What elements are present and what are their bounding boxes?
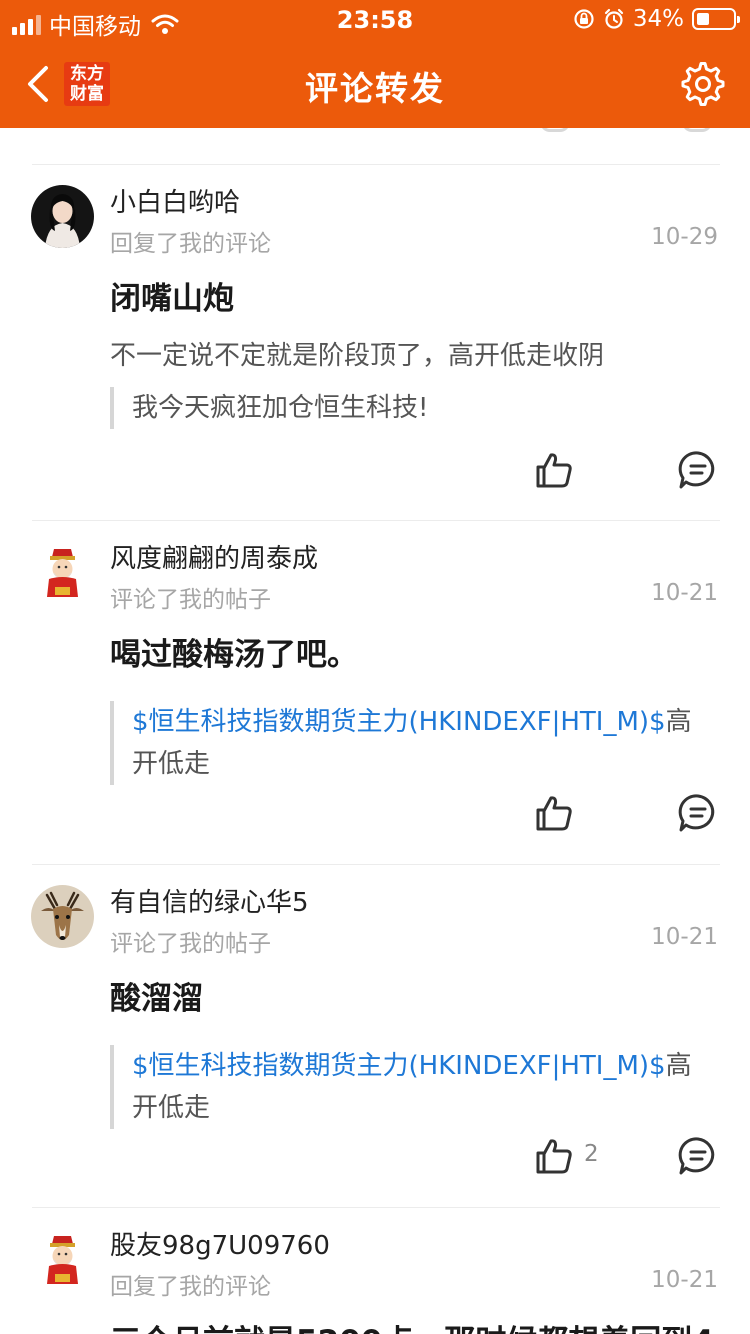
avatar[interactable] [31, 885, 94, 948]
quoted-post[interactable]: $恒生科技指数期货主力(HKINDEXF|HTI_M)$高 开低走 [110, 701, 720, 785]
username[interactable]: 有自信的绿心华5 [110, 882, 309, 919]
stock-link[interactable]: $恒生科技指数期货主力(HKINDEXF|HTI_M)$ [132, 707, 666, 737]
avatar[interactable] [31, 1228, 94, 1291]
like-button[interactable] [534, 1136, 574, 1176]
orientation-lock-icon [573, 8, 595, 30]
quote-text: 开低走 [132, 1093, 211, 1123]
battery-level [697, 13, 709, 25]
comment-bubble-icon [678, 794, 715, 832]
nav-bar: 东方 财富 评论转发 [0, 40, 750, 128]
like-button[interactable] [534, 450, 574, 490]
comment-content: 三个月前就是5200点，那时候都想着回到4 [110, 1316, 714, 1334]
action-text: 评论了我的帖子 [110, 931, 271, 957]
comment-button[interactable] [678, 793, 718, 833]
thumbs-up-icon [536, 1139, 572, 1174]
comment-content: 闭嘴山炮 [110, 281, 234, 317]
notification-item[interactable]: 股友98g7U09760 回复了我的评论 10-21 三个月前就是5200点，那… [0, 1208, 750, 1334]
username[interactable]: 小白白哟哈 [110, 182, 240, 219]
notification-item[interactable]: 风度翩翩的周泰成 评论了我的帖子 10-21 喝过酸梅汤了吧。 $恒生科技指数期… [0, 521, 750, 864]
settings-button[interactable] [680, 62, 726, 108]
quote-text: 高 [665, 1051, 692, 1081]
comment-content: 酸溜溜 [110, 981, 203, 1017]
notification-feed[interactable]: 小白白哟哈 回复了我的评论 10-29 闭嘴山炮 不一定说不定就是阶段顶了，高开… [0, 128, 750, 1334]
quote-text: 开低走 [132, 749, 211, 779]
notification-item[interactable]: 有自信的绿心华5 评论了我的帖子 10-21 酸溜溜 $恒生科技指数期货主力(H… [0, 865, 750, 1207]
timestamp: 10-29 [651, 224, 718, 250]
gear-icon [681, 62, 725, 106]
comment-bubble-icon [678, 451, 715, 489]
comment-button[interactable] [678, 450, 718, 490]
comment-bubble-icon [678, 1137, 715, 1175]
comment-button[interactable] [678, 1136, 718, 1176]
battery-icon [692, 8, 740, 30]
like-count: 2 [584, 1141, 599, 1167]
avatar[interactable] [31, 185, 94, 248]
action-text: 回复了我的评论 [110, 231, 271, 257]
notification-item[interactable]: 小白白哟哈 回复了我的评论 10-29 闭嘴山炮 不一定说不定就是阶段顶了，高开… [0, 165, 750, 521]
thumbs-up-icon [536, 453, 572, 488]
avatar[interactable] [31, 541, 94, 604]
status-bar: 中国移动 23:58 34% [0, 0, 750, 40]
timestamp: 10-21 [651, 924, 718, 950]
page-title: 评论转发 [305, 69, 445, 108]
comment-content: 喝过酸梅汤了吧。 [110, 637, 358, 673]
thumbs-up-icon [536, 796, 572, 831]
action-text: 评论了我的帖子 [110, 587, 271, 613]
stock-link[interactable]: $恒生科技指数期货主力(HKINDEXF|HTI_M)$ [132, 1051, 666, 1081]
action-text: 回复了我的评论 [110, 1274, 271, 1300]
quoted-post[interactable]: $恒生科技指数期货主力(HKINDEXF|HTI_M)$高 开低走 [110, 1045, 720, 1129]
alarm-icon [603, 8, 625, 30]
quote-text: 我今天疯狂加仓恒生科技! [132, 393, 429, 423]
replied-comment: 不一定说不定就是阶段顶了，高开低走收阴 [110, 341, 605, 371]
battery-percent: 34% [632, 6, 684, 32]
username[interactable]: 股友98g7U09760 [110, 1225, 330, 1262]
like-button[interactable] [534, 793, 574, 833]
username[interactable]: 风度翩翩的周泰成 [110, 538, 318, 575]
app-header: 中国移动 23:58 34% 东方 财富 评论转发 [0, 0, 750, 128]
timestamp: 10-21 [651, 1267, 718, 1293]
quoted-post[interactable]: 我今天疯狂加仓恒生科技! [110, 387, 720, 429]
previous-item-action-peek [0, 128, 750, 134]
quote-text: 高 [665, 707, 692, 737]
timestamp: 10-21 [651, 580, 718, 606]
